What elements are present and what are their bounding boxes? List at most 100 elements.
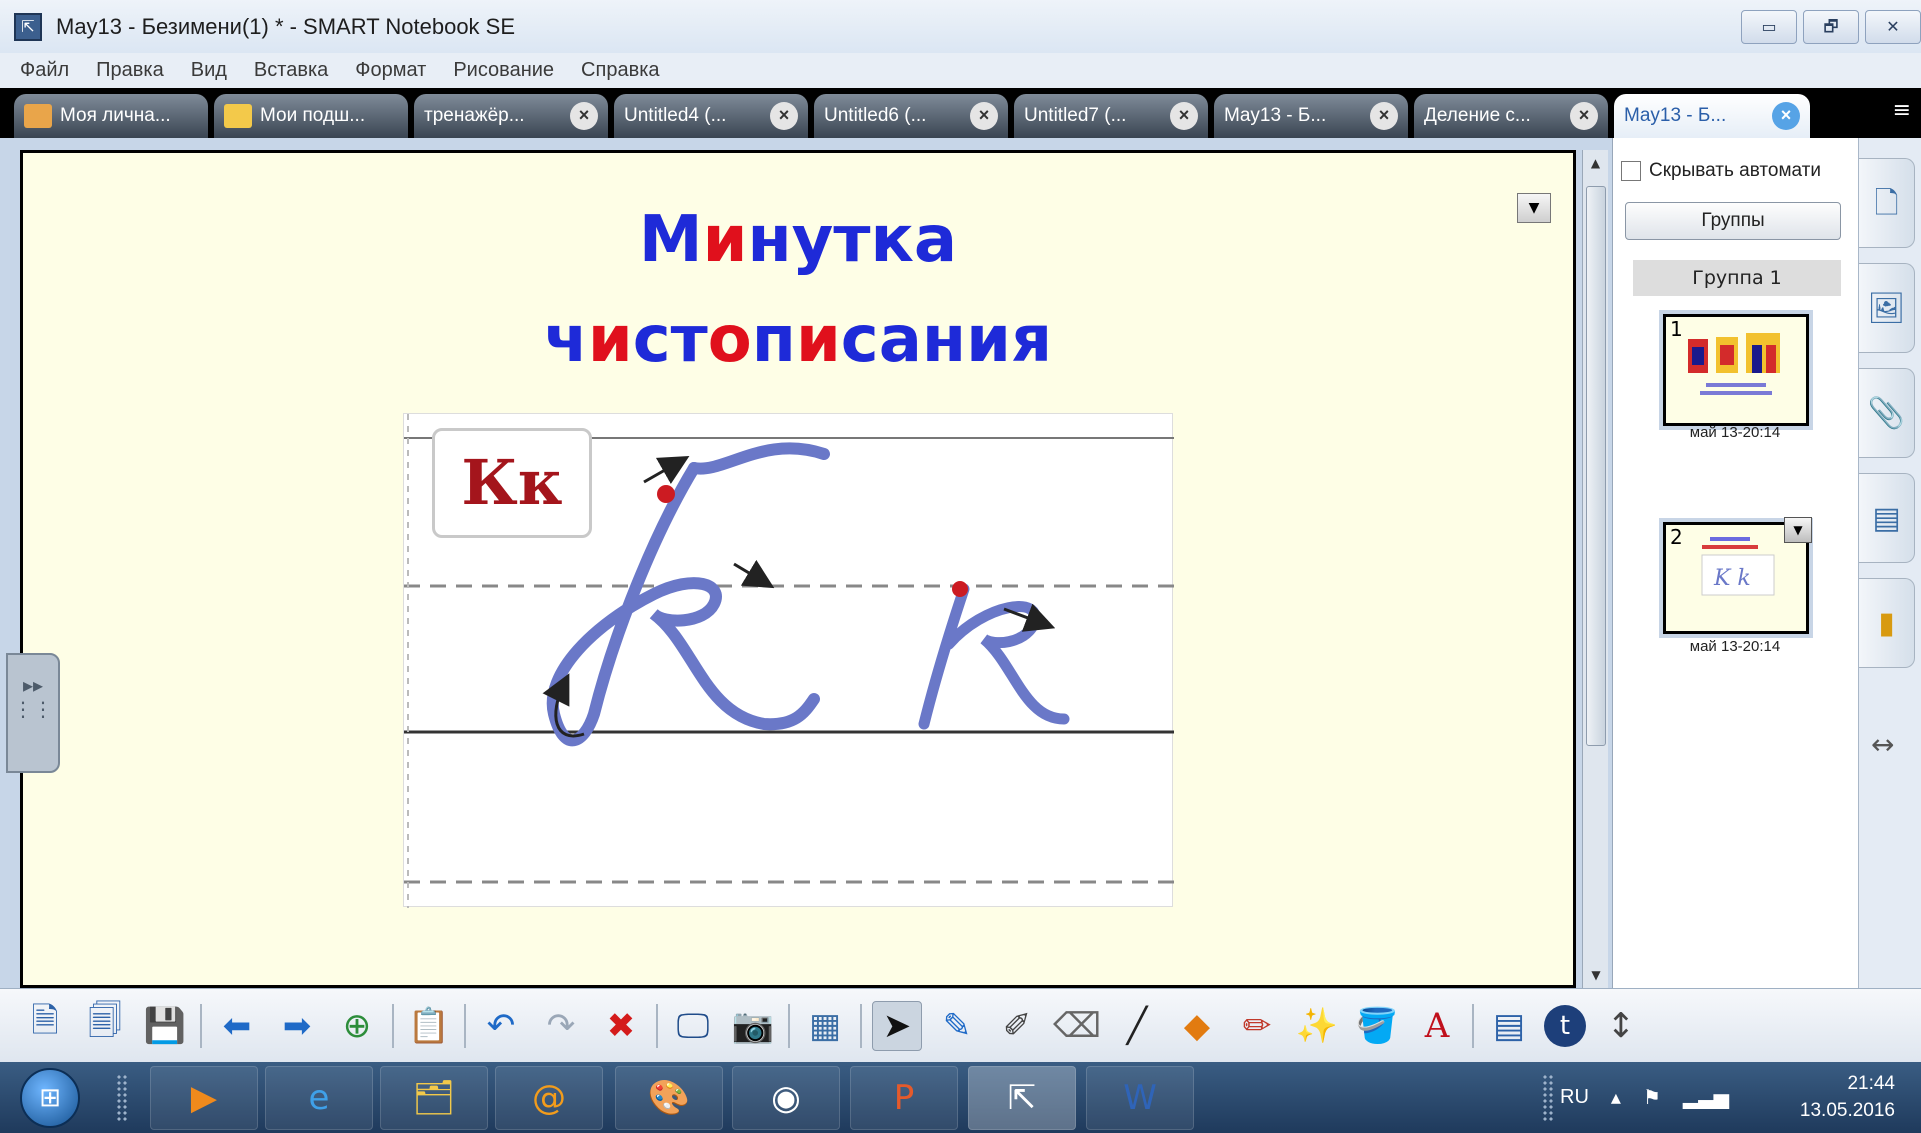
thumbnail-dropdown-icon[interactable]: ▼ (1784, 517, 1812, 543)
start-button[interactable]: ⊞ (20, 1068, 80, 1128)
page-title-line1[interactable]: Минутка (23, 203, 1573, 277)
undo-icon[interactable]: ↶ (476, 1001, 526, 1051)
close-tab-icon[interactable]: × (1772, 102, 1800, 130)
menu-edit[interactable]: Правка (96, 59, 164, 82)
shapes-icon[interactable]: ◆ (1172, 1001, 1222, 1051)
table-icon[interactable]: ▦ (800, 1001, 850, 1051)
tab-untitled4[interactable]: Untitled4 (... × (614, 94, 808, 138)
tab-list-menu-icon[interactable]: ≡ (1893, 98, 1911, 123)
letter-sample-card: Кк (432, 428, 592, 538)
main-toolbar: 🗎 🗐 💾 ⬅ ➡ ⊕ 📋 ↶ ↷ ✖ 🖵 📷 ▦ ➤ ✎ ✐ ⌫ ╱ ◆ ✏ … (0, 988, 1921, 1062)
toolbar-customize-icon[interactable]: t (1544, 1004, 1586, 1047)
language-indicator[interactable]: RU (1560, 1086, 1589, 1109)
menu-file[interactable]: Файл (20, 59, 69, 82)
taskbar-powerpoint-icon[interactable]: P (850, 1066, 958, 1130)
close-tab-icon[interactable]: × (570, 102, 598, 130)
close-tab-icon[interactable]: × (1370, 102, 1398, 130)
tab-my-subscriptions[interactable]: Мои подш... (214, 94, 408, 138)
side-tab-rail: 🗋 🖼 📎 ▤ ▮ ↔ (1858, 138, 1921, 988)
heading-fragment: п (751, 303, 796, 377)
scrollbar-thumb[interactable] (1586, 186, 1606, 746)
select-pointer-icon[interactable]: ➤ (872, 1000, 922, 1051)
open-file-icon[interactable]: 🗐 (80, 1001, 130, 1051)
groups-button[interactable]: Группы (1625, 202, 1841, 240)
close-tab-icon[interactable]: × (1170, 102, 1198, 130)
close-tab-icon[interactable]: × (1570, 102, 1598, 130)
restore-button[interactable]: 🗗 (1803, 10, 1859, 44)
notebook-page[interactable]: ▼ Минутка чистописания Кк (20, 150, 1576, 988)
attachments-tab-icon[interactable]: 📎 (1859, 368, 1915, 458)
new-page-icon[interactable]: 🗎 (20, 1001, 70, 1051)
page-vertical-scrollbar[interactable]: ▲ ▼ (1582, 150, 1608, 988)
smart-notebook-app-icon[interactable]: ⇱ (14, 12, 42, 41)
screen-shade-icon[interactable]: 🖵 (668, 1001, 718, 1051)
tab-label: Моя лична... (60, 105, 171, 126)
menu-view[interactable]: Вид (191, 59, 227, 82)
taskbar-ie-icon[interactable]: e (265, 1066, 373, 1130)
tab-my-content[interactable]: Моя лична... (14, 94, 208, 138)
scroll-up-icon[interactable]: ▲ (1583, 150, 1608, 176)
page-thumbnail-2[interactable]: 2 K k ▼ (1663, 517, 1812, 634)
properties-tab-icon[interactable]: ▤ (1859, 473, 1915, 563)
network-signal-icon[interactable]: ▂▃▅ (1683, 1085, 1729, 1110)
tab-may13-a[interactable]: May13 - Б... × (1214, 94, 1408, 138)
magic-pen-icon[interactable]: ✨ (1292, 1001, 1342, 1051)
save-icon[interactable]: 💾 (140, 1001, 190, 1051)
tab-untitled7[interactable]: Untitled7 (... × (1014, 94, 1208, 138)
menu-format[interactable]: Формат (355, 59, 426, 82)
gallery-tab-icon[interactable]: 🖼 (1859, 263, 1915, 353)
tab-untitled6[interactable]: Untitled6 (... × (814, 94, 1008, 138)
capture-icon[interactable]: 📷 (728, 1001, 778, 1051)
menu-draw[interactable]: Рисование (453, 59, 554, 82)
taskbar-mail-icon[interactable]: @ (495, 1066, 603, 1130)
add-page-icon[interactable]: ⊕ (332, 1001, 382, 1051)
scroll-down-icon[interactable]: ▼ (1583, 962, 1609, 988)
tab-may13-active[interactable]: May13 - Б... × (1614, 94, 1810, 138)
pen-icon[interactable]: ✎ (932, 1001, 982, 1051)
page-title-line2[interactable]: чистописания (23, 303, 1573, 377)
paste-icon[interactable]: 📋 (404, 1001, 454, 1051)
taskbar-smart-notebook-icon[interactable]: ⇱ (968, 1066, 1076, 1130)
addons-tab-icon[interactable]: ▮ (1859, 578, 1915, 668)
show-hidden-icons-icon[interactable]: ▴ (1611, 1085, 1621, 1110)
taskbar-chrome-icon[interactable]: ◉ (732, 1066, 840, 1130)
left-panel-toggle[interactable]: ▸▸ ⋮⋮ (6, 653, 60, 773)
action-center-flag-icon[interactable]: ⚑ (1643, 1085, 1661, 1110)
handwriting-sample-image[interactable]: Кк (403, 413, 1174, 908)
toolbar-move-icon[interactable]: ↕ (1596, 1001, 1646, 1051)
line-tool-icon[interactable]: ╱ (1112, 1001, 1162, 1051)
fill-icon[interactable]: 🪣 (1352, 1001, 1402, 1051)
tab-division[interactable]: Деление с... × (1414, 94, 1608, 138)
menu-help[interactable]: Справка (581, 59, 659, 82)
resize-sidebar-icon[interactable]: ↔ (1871, 728, 1894, 761)
menu-insert[interactable]: Вставка (254, 59, 328, 82)
delete-icon[interactable]: ✖ (596, 1001, 646, 1051)
taskbar-paint-icon[interactable]: 🎨 (615, 1066, 723, 1130)
taskbar-word-icon[interactable]: W (1086, 1066, 1194, 1130)
tab-label: May13 - Б... (1624, 105, 1727, 126)
page-thumbnail-1[interactable]: 1 (1663, 314, 1809, 426)
next-page-icon[interactable]: ➡ (272, 1001, 322, 1051)
page-sorter-panel: Скрывать автомати Группы Группа 1 1 май … (1612, 138, 1858, 988)
properties-icon[interactable]: ▤ (1484, 1001, 1534, 1051)
close-tab-icon[interactable]: × (770, 102, 798, 130)
text-tool-icon[interactable]: A (1412, 1001, 1462, 1051)
tab-trainer[interactable]: тренажёр... × (414, 94, 608, 138)
close-tab-icon[interactable]: × (970, 102, 998, 130)
shape-recognition-pen-icon[interactable]: ✏ (1232, 1001, 1282, 1051)
thumbnail-1-preview (1688, 333, 1780, 395)
previous-page-icon[interactable]: ⬅ (212, 1001, 262, 1051)
clock[interactable]: 21:44 13.05.2016 (1800, 1070, 1895, 1124)
autohide-option[interactable]: Скрывать автомати (1621, 160, 1821, 182)
close-window-button[interactable]: ✕ (1865, 10, 1921, 44)
creative-pen-icon[interactable]: ✐ (992, 1001, 1042, 1051)
eraser-icon[interactable]: ⌫ (1052, 1001, 1102, 1051)
taskbar-explorer-icon[interactable]: 🗂 (380, 1066, 488, 1130)
taskbar-media-icon[interactable]: ▶ (150, 1066, 258, 1130)
page-sorter-tab-icon[interactable]: 🗋 (1859, 158, 1915, 248)
redo-icon[interactable]: ↷ (536, 1001, 586, 1051)
group-header[interactable]: Группа 1 (1633, 260, 1841, 296)
minimize-button[interactable]: ▭ (1741, 10, 1797, 44)
heading-fragment: ч (543, 303, 588, 377)
autohide-checkbox[interactable] (1621, 161, 1641, 181)
